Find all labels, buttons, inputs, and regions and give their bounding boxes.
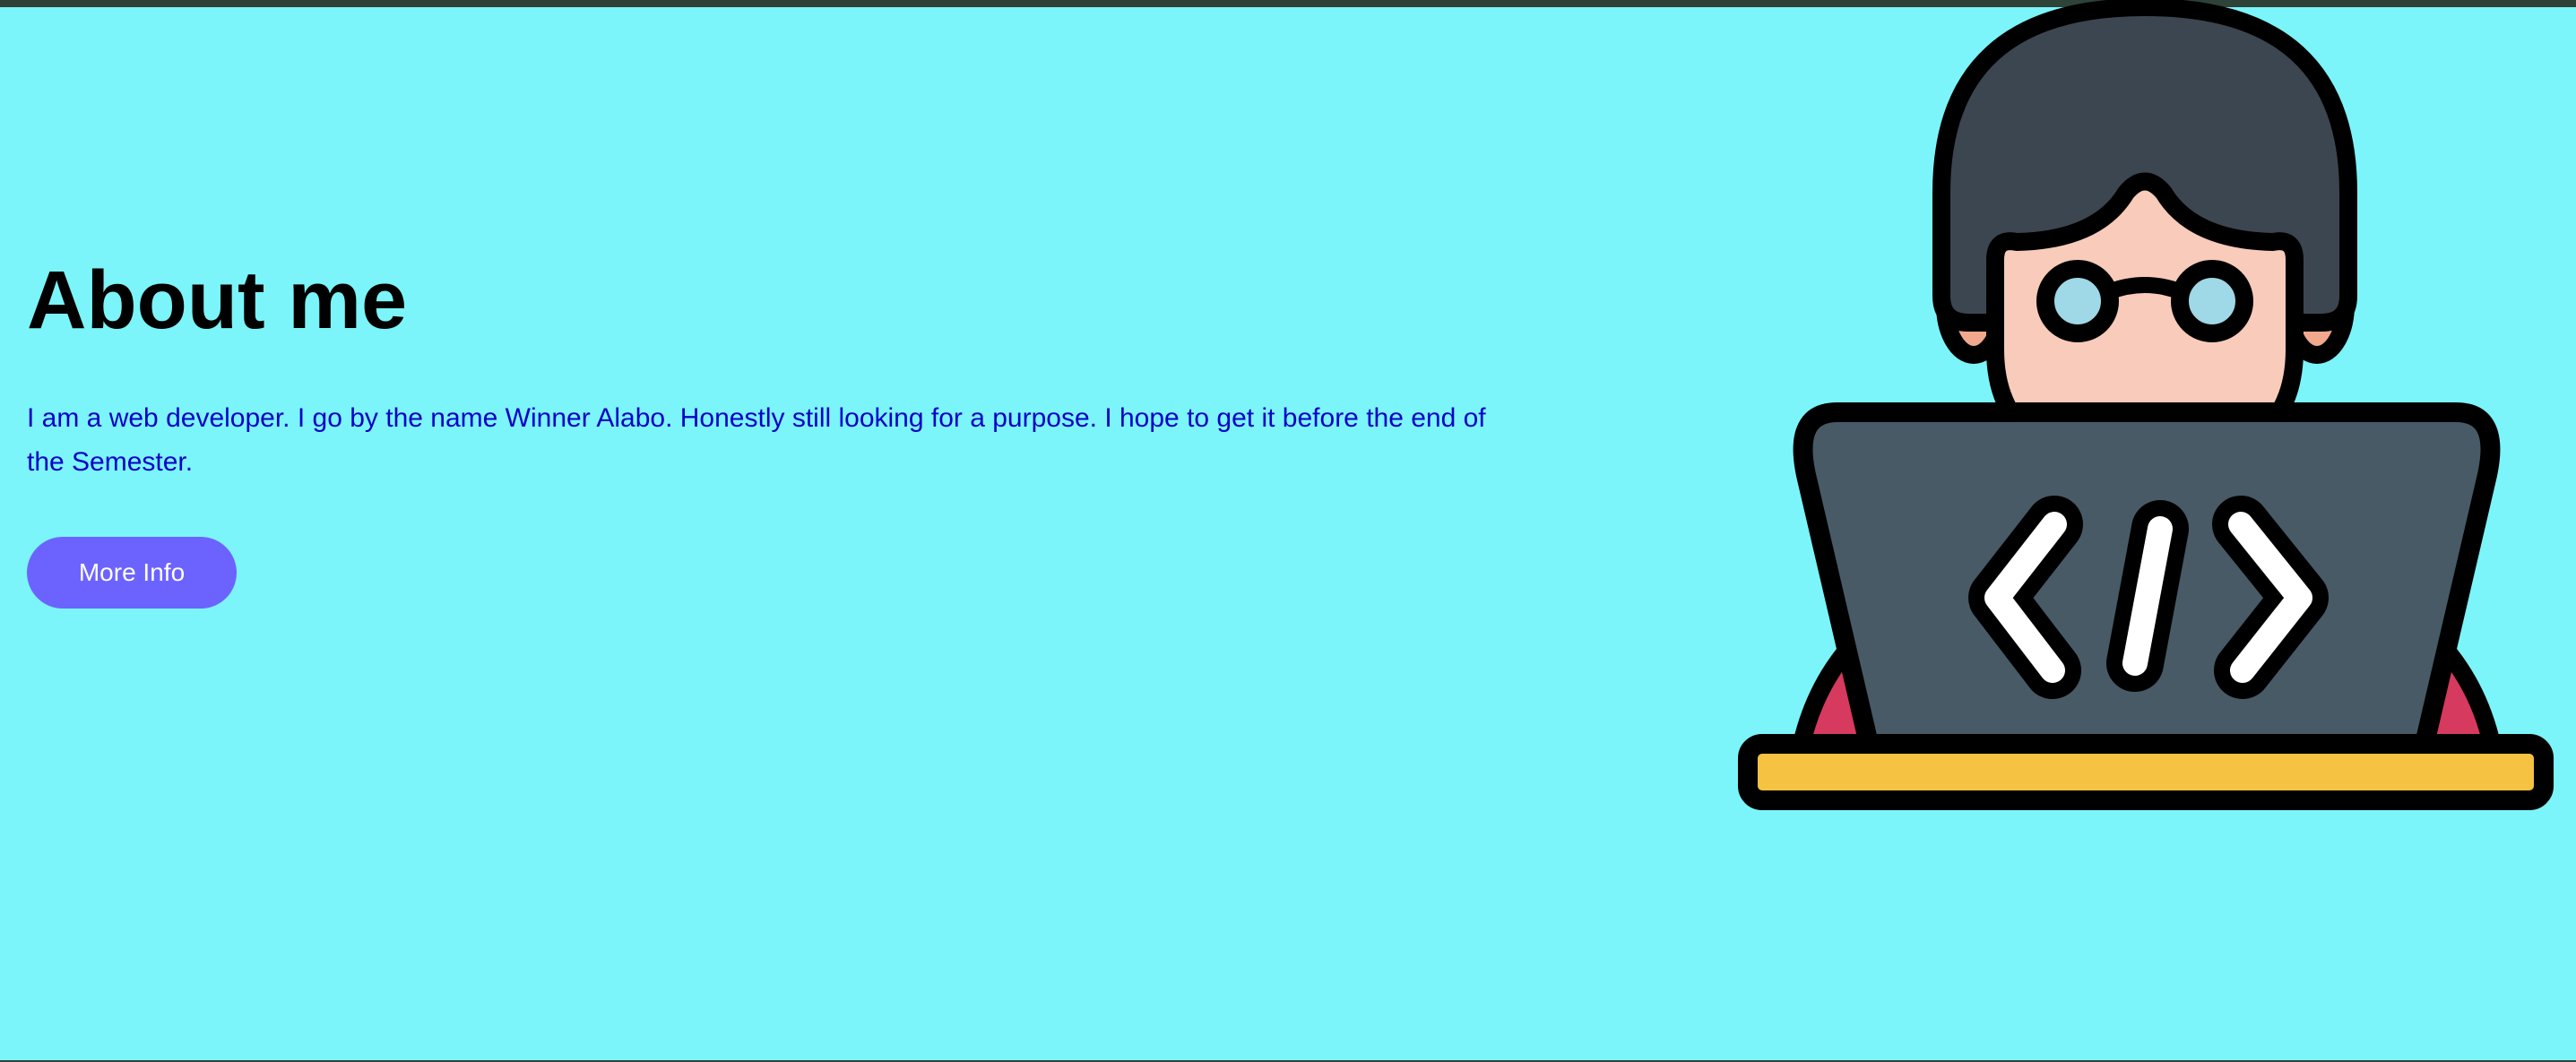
more-info-button[interactable]: More Info — [27, 537, 237, 609]
developer-coding-icon — [1738, 0, 2554, 810]
right-lens — [2171, 260, 2253, 342]
about-description: I am a web developer. I go by the name W… — [27, 403, 1486, 477]
left-lens — [2036, 260, 2119, 342]
about-section: About me I am a web developer. I go by t… — [27, 242, 1497, 484]
page-title: About me — [27, 255, 408, 346]
desk-shape — [1738, 734, 2554, 810]
glasses-bridge — [2100, 277, 2190, 300]
